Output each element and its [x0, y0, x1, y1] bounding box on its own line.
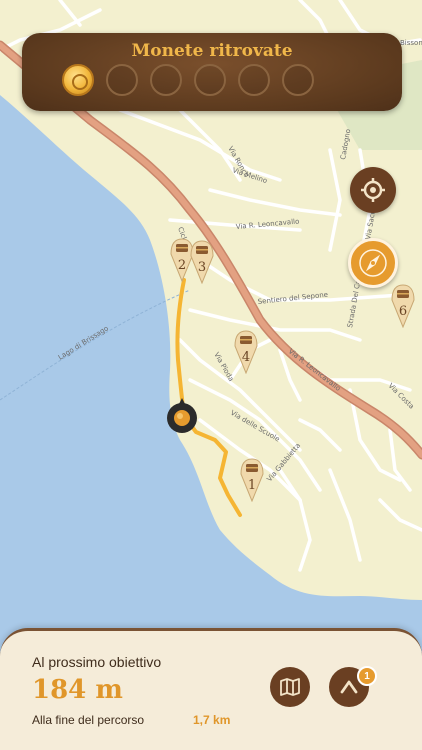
map-button[interactable]	[270, 667, 310, 707]
compass-button[interactable]	[348, 238, 398, 288]
treasure-marker[interactable]: 3	[189, 240, 215, 284]
next-target-distance: 184 m	[32, 675, 123, 705]
crosshair-icon	[361, 178, 385, 202]
coin-slot-empty	[238, 64, 270, 96]
marker-number: 4	[241, 350, 251, 365]
coins-panel: Monete ritrovate	[22, 33, 402, 111]
user-location-icon	[167, 398, 197, 433]
treasure-marker[interactable]: 1	[239, 458, 265, 502]
compass-icon	[359, 249, 387, 277]
treasure-marker[interactable]: 6	[390, 284, 416, 328]
coin-slot-empty	[106, 64, 138, 96]
map-icon	[280, 678, 300, 696]
marker-number: 6	[398, 304, 408, 319]
marker-number: 3	[197, 260, 207, 275]
route-end-distance: 1,7 km	[193, 713, 231, 727]
navigation-panel: Al prossimo obiettivo 184 m Alla fine de…	[0, 628, 422, 750]
map-screen: Via R. Leoncavallo Via R. Leoncavallo Vi…	[0, 0, 422, 750]
marker-number: 1	[247, 478, 257, 493]
street-label: Bissone	[400, 39, 422, 47]
locate-button[interactable]	[350, 167, 396, 213]
treasure-marker[interactable]: 4	[233, 330, 259, 374]
route-end-label: Alla fine del percorso	[32, 713, 145, 727]
coins-title: Monete ritrovate	[131, 41, 293, 61]
notification-badge: 1	[357, 666, 377, 686]
coin-slot-empty	[194, 64, 226, 96]
coin-found-icon	[62, 64, 94, 96]
coin-slot-empty	[150, 64, 182, 96]
coin-slots	[62, 64, 314, 96]
coin-slot-empty	[282, 64, 314, 96]
next-target-label: Al prossimo obiettivo	[32, 654, 162, 670]
